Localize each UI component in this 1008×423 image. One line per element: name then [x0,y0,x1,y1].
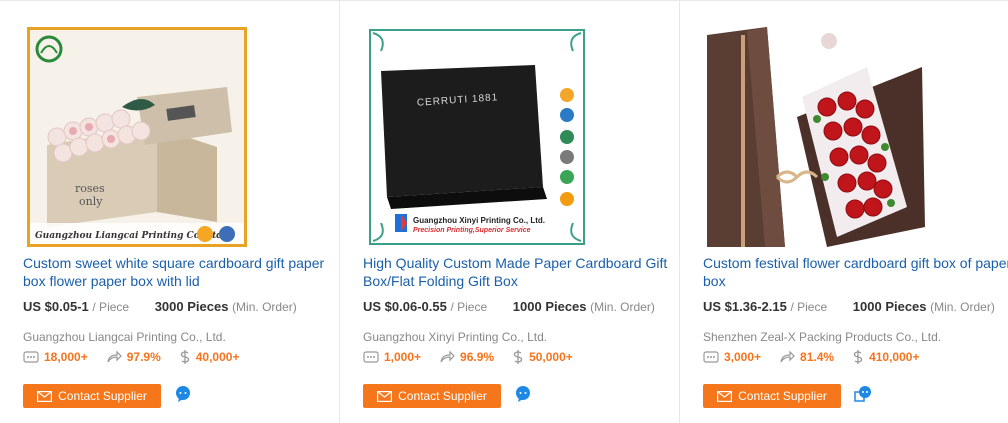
min-order: 3000 Pieces [154,299,229,314]
stat-messages: 1,000+ [363,350,421,364]
svg-text:Guangzhou Liangcai Printing Co: Guangzhou Liangcai Printing Co.,Ltd [35,231,223,241]
envelope-icon [37,390,53,402]
price-row: US $1.36-2.15 / Piece 1000 Pieces (Min. … [703,299,1008,314]
transaction-dollar-icon [180,350,189,364]
price: US $0.05-1 [23,299,89,314]
supplier-stats: 18,000+ 97.9% 40,000+ [23,348,257,366]
product-image[interactable] [707,27,927,247]
contact-supplier-button[interactable]: Contact Supplier [23,384,161,408]
response-rate-icon [780,350,795,363]
price: US $1.36-2.15 [703,299,787,314]
supplier-name[interactable]: Shenzhen Zeal-X Packing Products Co., Lt… [703,330,941,344]
stat-response-rate: 97.9% [106,350,161,364]
envelope-icon [717,390,733,402]
chat-bubble-icon[interactable] [854,385,872,403]
product-title[interactable]: High Quality Custom Made Paper Cardboard… [363,254,673,290]
svg-text:Guangzhou Xinyi Printing Co.,: Guangzhou Xinyi Printing Co., Ltd. [413,216,545,225]
product-card: roses only Guangzhou Liangcai Printing C… [0,1,340,423]
contact-supplier-button[interactable]: Contact Supplier [363,384,501,408]
transaction-dollar-icon [853,350,863,364]
price-row: US $0.05-1 / Piece 3000 Pieces (Min. Ord… [23,299,343,314]
contact-supplier-button[interactable]: Contact Supplier [703,384,841,408]
chat-bubble-icon[interactable] [174,385,192,403]
product-grid: roses only Guangzhou Liangcai Printing C… [0,0,1008,423]
min-order: 1000 Pieces [512,299,587,314]
message-icon [363,351,379,363]
price-unit: / Piece [450,300,488,314]
min-order-note: (Min. Order) [232,300,297,314]
min-order-note: (Min. Order) [590,300,655,314]
svg-text:roses: roses [75,182,105,195]
product-title[interactable]: Custom sweet white square cardboard gift… [23,254,333,290]
stat-messages: 18,000+ [23,350,88,364]
svg-text:Precision Printing,Superior Se: Precision Printing,Superior Service [413,227,531,234]
product-card: Custom festival flower cardboard gift bo… [680,1,1008,423]
supplier-stats: 3,000+ 81.4% 410,000+ [703,348,937,366]
stat-transactions: 410,000+ [852,349,919,365]
transaction-dollar-icon [513,350,523,364]
stat-response-rate: 96.9% [439,350,494,364]
stat-response-rate: 81.4% [779,350,834,364]
svg-text:only: only [79,195,103,208]
stat-transactions: 50,000+ [512,349,573,365]
product-image[interactable]: CERRUTI 1881 Guangzhou Xinyi Printing Co… [367,27,587,247]
product-card: CERRUTI 1881 Guangzhou Xinyi Printing Co… [340,1,680,423]
product-title[interactable]: Custom festival flower cardboard gift bo… [703,254,1008,290]
message-icon [23,351,39,363]
stat-transactions: 40,000+ [179,349,239,365]
min-order: 1000 Pieces [852,299,927,314]
price-unit: / Piece [790,300,828,314]
price-unit: / Piece [92,300,130,314]
chat-bubble-icon[interactable] [514,385,532,403]
message-icon [703,351,719,363]
price: US $0.06-0.55 [363,299,447,314]
response-rate-icon [440,350,455,363]
supplier-name[interactable]: Guangzhou Xinyi Printing Co., Ltd. [363,330,547,344]
supplier-stats: 1,000+ 96.9% 50,000+ [363,348,591,366]
response-rate-icon [107,350,122,363]
min-order-note: (Min. Order) [930,300,995,314]
product-image[interactable]: roses only Guangzhou Liangcai Printing C… [27,27,247,247]
supplier-name[interactable]: Guangzhou Liangcai Printing Co., Ltd. [23,330,226,344]
price-row: US $0.06-0.55 / Piece 1000 Pieces (Min. … [363,299,683,314]
stat-messages: 3,000+ [703,350,761,364]
envelope-icon [377,390,393,402]
